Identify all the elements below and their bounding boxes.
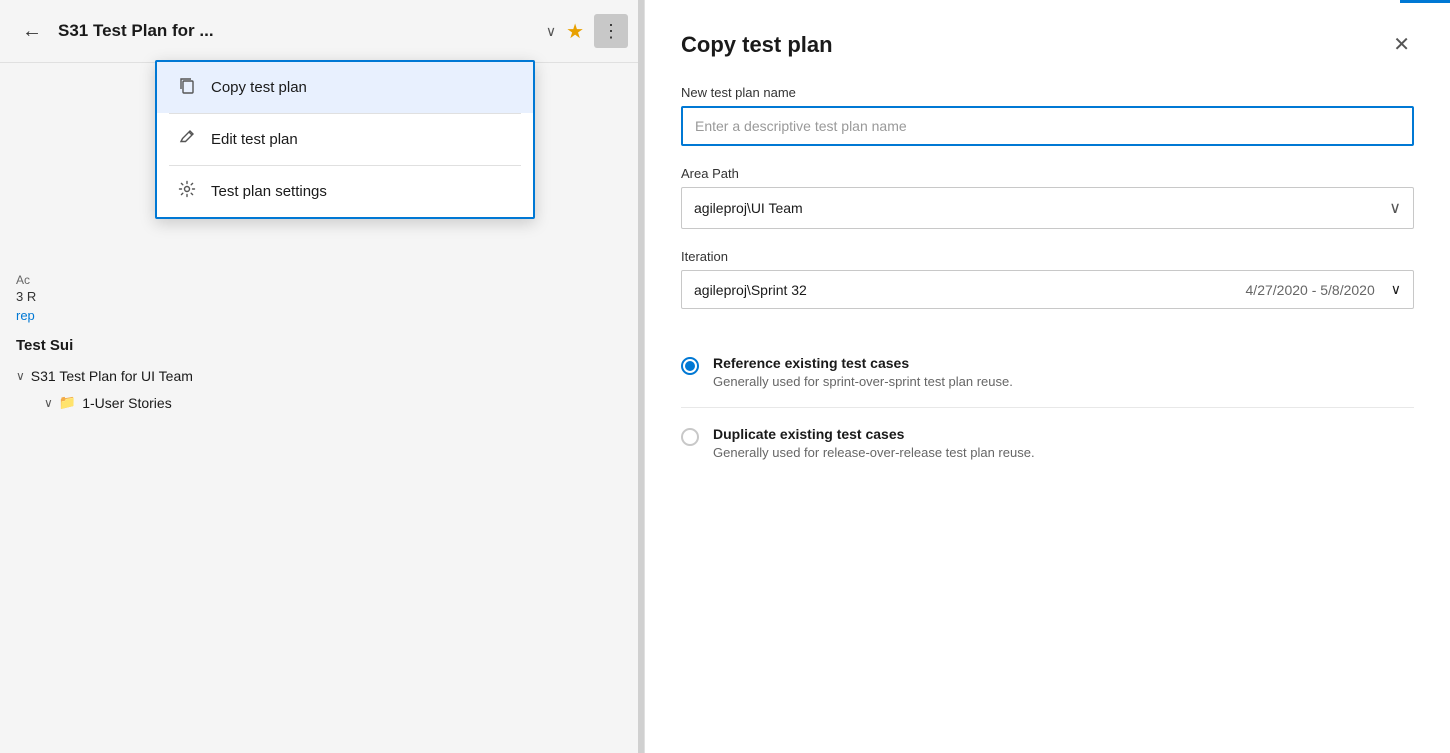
count-row: 3 R bbox=[16, 289, 628, 304]
top-border-accent bbox=[1400, 0, 1450, 3]
radio-duplicate-desc: Generally used for release-over-release … bbox=[713, 445, 1035, 460]
context-menu: Copy test plan Edit test plan Test plan … bbox=[155, 60, 535, 219]
area-path-chevron-icon: ∨ bbox=[1389, 198, 1401, 218]
test-plan-name-input[interactable] bbox=[681, 106, 1414, 146]
edit-icon bbox=[177, 128, 197, 151]
plan-title: S31 Test Plan for ... bbox=[58, 21, 536, 41]
area-path-value: agileproj\UI Team bbox=[694, 200, 803, 216]
tree-item-user-stories-label: 1-User Stories bbox=[82, 395, 171, 411]
copy-icon bbox=[177, 76, 197, 99]
radio-duplicate-circle bbox=[681, 428, 699, 446]
close-button[interactable]: ✕ bbox=[1389, 28, 1414, 61]
ellipsis-icon: ⋮ bbox=[602, 21, 620, 42]
tree-chevron-icon: ∨ bbox=[16, 369, 25, 383]
label-row: Ac bbox=[16, 273, 628, 287]
iteration-date: 4/27/2020 - 5/8/2020 bbox=[1246, 282, 1375, 298]
iteration-select[interactable]: agileproj\Sprint 32 4/27/2020 - 5/8/2020… bbox=[681, 270, 1414, 309]
edit-test-plan-label: Edit test plan bbox=[211, 131, 298, 148]
top-bar: ← S31 Test Plan for ... ∨ ★ ⋮ bbox=[0, 0, 644, 63]
tree-item-plan[interactable]: ∨ S31 Test Plan for UI Team bbox=[16, 368, 628, 384]
area-path-label: Area Path bbox=[681, 166, 1414, 181]
folder-icon: 📁 bbox=[59, 394, 76, 411]
link-row[interactable]: rep bbox=[16, 308, 628, 323]
iteration-section: Iteration agileproj\Sprint 32 4/27/2020 … bbox=[681, 249, 1414, 309]
iteration-label: Iteration bbox=[681, 249, 1414, 264]
test-plan-settings-label: Test plan settings bbox=[211, 183, 327, 200]
gear-icon bbox=[177, 180, 197, 203]
area-path-select[interactable]: agileproj\UI Team ∨ bbox=[681, 187, 1414, 229]
star-icon[interactable]: ★ bbox=[566, 19, 584, 44]
area-path-section: Area Path agileproj\UI Team ∨ bbox=[681, 166, 1414, 229]
iteration-chevron-icon: ∨ bbox=[1391, 281, 1401, 298]
menu-item-edit[interactable]: Edit test plan bbox=[157, 114, 533, 165]
name-field-section: New test plan name bbox=[681, 85, 1414, 166]
radio-option-duplicate[interactable]: Duplicate existing test cases Generally … bbox=[681, 408, 1414, 478]
radio-option-reference[interactable]: Reference existing test cases Generally … bbox=[681, 337, 1414, 408]
name-field-label: New test plan name bbox=[681, 85, 1414, 100]
left-panel: ← S31 Test Plan for ... ∨ ★ ⋮ Copy test … bbox=[0, 0, 645, 753]
radio-reference-text: Reference existing test cases Generally … bbox=[713, 355, 1013, 389]
tree-item-plan-label: S31 Test Plan for UI Team bbox=[31, 368, 193, 384]
iteration-value: agileproj\Sprint 32 bbox=[694, 282, 807, 298]
menu-item-copy[interactable]: Copy test plan bbox=[157, 62, 533, 113]
chevron-down-icon[interactable]: ∨ bbox=[546, 23, 556, 40]
tree-item-user-stories[interactable]: ∨ 📁 1-User Stories bbox=[44, 394, 628, 411]
radio-reference-circle bbox=[681, 357, 699, 375]
radio-reference-title: Reference existing test cases bbox=[713, 355, 1013, 371]
right-panel: Copy test plan ✕ New test plan name Area… bbox=[645, 0, 1450, 753]
iteration-right: 4/27/2020 - 5/8/2020 ∨ bbox=[1246, 281, 1401, 298]
tree-chevron-child-icon: ∨ bbox=[44, 396, 53, 410]
menu-item-settings[interactable]: Test plan settings bbox=[157, 166, 533, 217]
panel-header: Copy test plan ✕ bbox=[681, 28, 1414, 61]
radio-reference-desc: Generally used for sprint-over-sprint te… bbox=[713, 374, 1013, 389]
radio-options-section: Reference existing test cases Generally … bbox=[681, 337, 1414, 478]
back-button[interactable]: ← bbox=[16, 18, 48, 45]
section-header: Test Sui bbox=[16, 337, 628, 354]
scrollbar[interactable] bbox=[638, 0, 644, 753]
radio-duplicate-text: Duplicate existing test cases Generally … bbox=[713, 426, 1035, 460]
copy-test-plan-label: Copy test plan bbox=[211, 79, 307, 96]
more-options-button[interactable]: ⋮ bbox=[594, 14, 628, 48]
panel-title: Copy test plan bbox=[681, 32, 833, 58]
radio-duplicate-title: Duplicate existing test cases bbox=[713, 426, 1035, 442]
